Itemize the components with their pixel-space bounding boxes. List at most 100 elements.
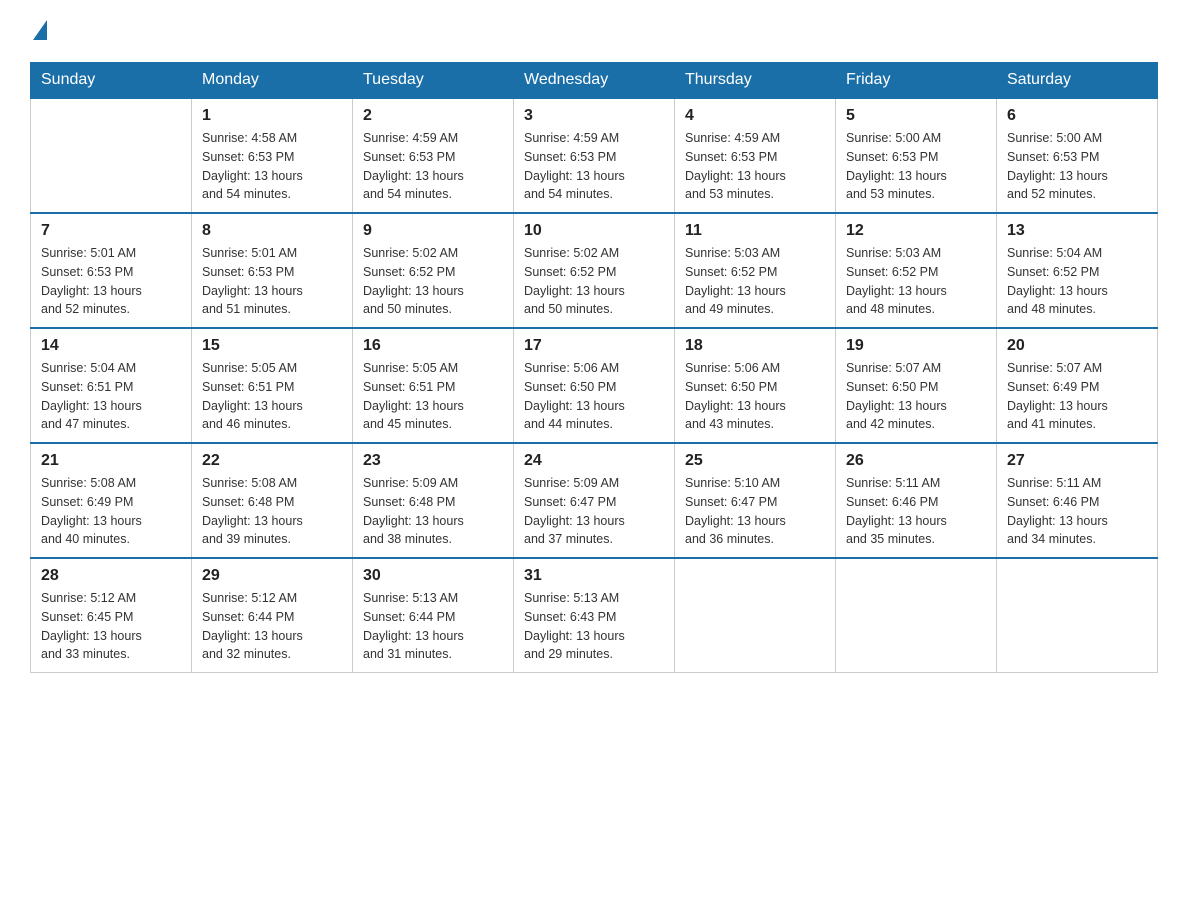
calendar-cell: 27 Sunrise: 5:11 AMSunset: 6:46 PMDayligh… — [997, 443, 1158, 558]
day-info: Sunrise: 5:08 AMSunset: 6:48 PMDaylight:… — [202, 474, 342, 549]
day-info: Sunrise: 5:03 AMSunset: 6:52 PMDaylight:… — [685, 244, 825, 319]
calendar-cell — [836, 558, 997, 673]
calendar-cell: 20 Sunrise: 5:07 AMSunset: 6:49 PMDayligh… — [997, 328, 1158, 443]
calendar-cell: 9 Sunrise: 5:02 AMSunset: 6:52 PMDaylight… — [353, 213, 514, 328]
day-number: 30 — [363, 567, 503, 585]
calendar-cell: 15Sunrise: 5:05 AMSunset: 6:51 PMDayligh… — [192, 328, 353, 443]
calendar-week-row: 1 Sunrise: 4:58 AMSunset: 6:53 PMDaylight… — [31, 98, 1158, 213]
calendar-cell: 25 Sunrise: 5:10 AMSunset: 6:47 PMDayligh… — [675, 443, 836, 558]
calendar-cell: 4 Sunrise: 4:59 AMSunset: 6:53 PMDaylight… — [675, 98, 836, 213]
calendar-cell: 28Sunrise: 5:12 AMSunset: 6:45 PMDayligh… — [31, 558, 192, 673]
day-number: 23 — [363, 452, 503, 470]
day-info: Sunrise: 5:11 AMSunset: 6:46 PMDaylight:… — [846, 474, 986, 549]
day-info: Sunrise: 5:09 AMSunset: 6:47 PMDaylight:… — [524, 474, 664, 549]
calendar-cell: 17 Sunrise: 5:06 AMSunset: 6:50 PMDayligh… — [514, 328, 675, 443]
day-info: Sunrise: 5:00 AMSunset: 6:53 PMDaylight:… — [1007, 129, 1147, 204]
day-info: Sunrise: 5:00 AMSunset: 6:53 PMDaylight:… — [846, 129, 986, 204]
calendar-cell: 12 Sunrise: 5:03 AMSunset: 6:52 PMDayligh… — [836, 213, 997, 328]
day-number: 27 — [1007, 452, 1147, 470]
day-info: Sunrise: 5:12 AMSunset: 6:44 PMDaylight:… — [202, 589, 342, 664]
day-number: 2 — [363, 107, 503, 125]
calendar-week-row: 28Sunrise: 5:12 AMSunset: 6:45 PMDayligh… — [31, 558, 1158, 673]
calendar-week-row: 21 Sunrise: 5:08 AMSunset: 6:49 PMDayligh… — [31, 443, 1158, 558]
calendar-cell: 29 Sunrise: 5:12 AMSunset: 6:44 PMDayligh… — [192, 558, 353, 673]
day-info: Sunrise: 5:04 AMSunset: 6:51 PMDaylight:… — [41, 359, 181, 434]
calendar-week-row: 7 Sunrise: 5:01 AMSunset: 6:53 PMDaylight… — [31, 213, 1158, 328]
day-number: 1 — [202, 107, 342, 125]
calendar-cell: 8 Sunrise: 5:01 AMSunset: 6:53 PMDaylight… — [192, 213, 353, 328]
day-number: 25 — [685, 452, 825, 470]
day-number: 7 — [41, 222, 181, 240]
day-number: 19 — [846, 337, 986, 355]
calendar-cell: 26 Sunrise: 5:11 AMSunset: 6:46 PMDayligh… — [836, 443, 997, 558]
calendar-cell: 10Sunrise: 5:02 AMSunset: 6:52 PMDayligh… — [514, 213, 675, 328]
calendar-cell: 13Sunrise: 5:04 AMSunset: 6:52 PMDayligh… — [997, 213, 1158, 328]
day-number: 28 — [41, 567, 181, 585]
weekday-header-thursday: Thursday — [675, 63, 836, 99]
day-info: Sunrise: 4:59 AMSunset: 6:53 PMDaylight:… — [685, 129, 825, 204]
calendar-cell: 23 Sunrise: 5:09 AMSunset: 6:48 PMDayligh… — [353, 443, 514, 558]
day-number: 11 — [685, 222, 825, 240]
calendar-cell: 14 Sunrise: 5:04 AMSunset: 6:51 PMDayligh… — [31, 328, 192, 443]
day-number: 5 — [846, 107, 986, 125]
day-info: Sunrise: 5:13 AMSunset: 6:44 PMDaylight:… — [363, 589, 503, 664]
day-info: Sunrise: 5:07 AMSunset: 6:49 PMDaylight:… — [1007, 359, 1147, 434]
calendar-cell: 3 Sunrise: 4:59 AMSunset: 6:53 PMDaylight… — [514, 98, 675, 213]
calendar-cell: 18 Sunrise: 5:06 AMSunset: 6:50 PMDayligh… — [675, 328, 836, 443]
day-info: Sunrise: 4:59 AMSunset: 6:53 PMDaylight:… — [524, 129, 664, 204]
day-number: 22 — [202, 452, 342, 470]
day-number: 12 — [846, 222, 986, 240]
day-info: Sunrise: 5:04 AMSunset: 6:52 PMDaylight:… — [1007, 244, 1147, 319]
day-number: 20 — [1007, 337, 1147, 355]
calendar-cell: 24 Sunrise: 5:09 AMSunset: 6:47 PMDayligh… — [514, 443, 675, 558]
day-info: Sunrise: 5:06 AMSunset: 6:50 PMDaylight:… — [685, 359, 825, 434]
calendar-cell: 6 Sunrise: 5:00 AMSunset: 6:53 PMDaylight… — [997, 98, 1158, 213]
calendar-cell: 19 Sunrise: 5:07 AMSunset: 6:50 PMDayligh… — [836, 328, 997, 443]
weekday-header-friday: Friday — [836, 63, 997, 99]
day-number: 29 — [202, 567, 342, 585]
day-info: Sunrise: 5:01 AMSunset: 6:53 PMDaylight:… — [202, 244, 342, 319]
weekday-header-row: SundayMondayTuesdayWednesdayThursdayFrid… — [31, 63, 1158, 99]
day-number: 6 — [1007, 107, 1147, 125]
day-number: 9 — [363, 222, 503, 240]
weekday-header-tuesday: Tuesday — [353, 63, 514, 99]
day-number: 4 — [685, 107, 825, 125]
day-number: 26 — [846, 452, 986, 470]
calendar-cell — [31, 98, 192, 213]
weekday-header-sunday: Sunday — [31, 63, 192, 99]
day-number: 14 — [41, 337, 181, 355]
calendar-week-row: 14 Sunrise: 5:04 AMSunset: 6:51 PMDayligh… — [31, 328, 1158, 443]
calendar-cell: 22 Sunrise: 5:08 AMSunset: 6:48 PMDayligh… — [192, 443, 353, 558]
page-header — [30, 20, 1158, 42]
day-info: Sunrise: 5:02 AMSunset: 6:52 PMDaylight:… — [363, 244, 503, 319]
day-info: Sunrise: 5:11 AMSunset: 6:46 PMDaylight:… — [1007, 474, 1147, 549]
day-info: Sunrise: 5:10 AMSunset: 6:47 PMDaylight:… — [685, 474, 825, 549]
day-info: Sunrise: 5:09 AMSunset: 6:48 PMDaylight:… — [363, 474, 503, 549]
calendar-cell: 7 Sunrise: 5:01 AMSunset: 6:53 PMDaylight… — [31, 213, 192, 328]
day-number: 21 — [41, 452, 181, 470]
calendar-cell: 2 Sunrise: 4:59 AMSunset: 6:53 PMDaylight… — [353, 98, 514, 213]
weekday-header-wednesday: Wednesday — [514, 63, 675, 99]
day-number: 17 — [524, 337, 664, 355]
day-info: Sunrise: 4:59 AMSunset: 6:53 PMDaylight:… — [363, 129, 503, 204]
day-number: 10 — [524, 222, 664, 240]
day-info: Sunrise: 4:58 AMSunset: 6:53 PMDaylight:… — [202, 129, 342, 204]
day-info: Sunrise: 5:06 AMSunset: 6:50 PMDaylight:… — [524, 359, 664, 434]
day-number: 3 — [524, 107, 664, 125]
calendar-cell: 1 Sunrise: 4:58 AMSunset: 6:53 PMDaylight… — [192, 98, 353, 213]
day-number: 18 — [685, 337, 825, 355]
day-info: Sunrise: 5:07 AMSunset: 6:50 PMDaylight:… — [846, 359, 986, 434]
calendar-cell — [675, 558, 836, 673]
day-number: 24 — [524, 452, 664, 470]
calendar-table: SundayMondayTuesdayWednesdayThursdayFrid… — [30, 62, 1158, 673]
calendar-cell: 21 Sunrise: 5:08 AMSunset: 6:49 PMDayligh… — [31, 443, 192, 558]
day-number: 8 — [202, 222, 342, 240]
logo — [30, 20, 47, 42]
logo-triangle-icon — [33, 20, 47, 40]
day-info: Sunrise: 5:03 AMSunset: 6:52 PMDaylight:… — [846, 244, 986, 319]
day-number: 16 — [363, 337, 503, 355]
day-info: Sunrise: 5:08 AMSunset: 6:49 PMDaylight:… — [41, 474, 181, 549]
day-info: Sunrise: 5:01 AMSunset: 6:53 PMDaylight:… — [41, 244, 181, 319]
day-number: 15 — [202, 337, 342, 355]
day-info: Sunrise: 5:13 AMSunset: 6:43 PMDaylight:… — [524, 589, 664, 664]
